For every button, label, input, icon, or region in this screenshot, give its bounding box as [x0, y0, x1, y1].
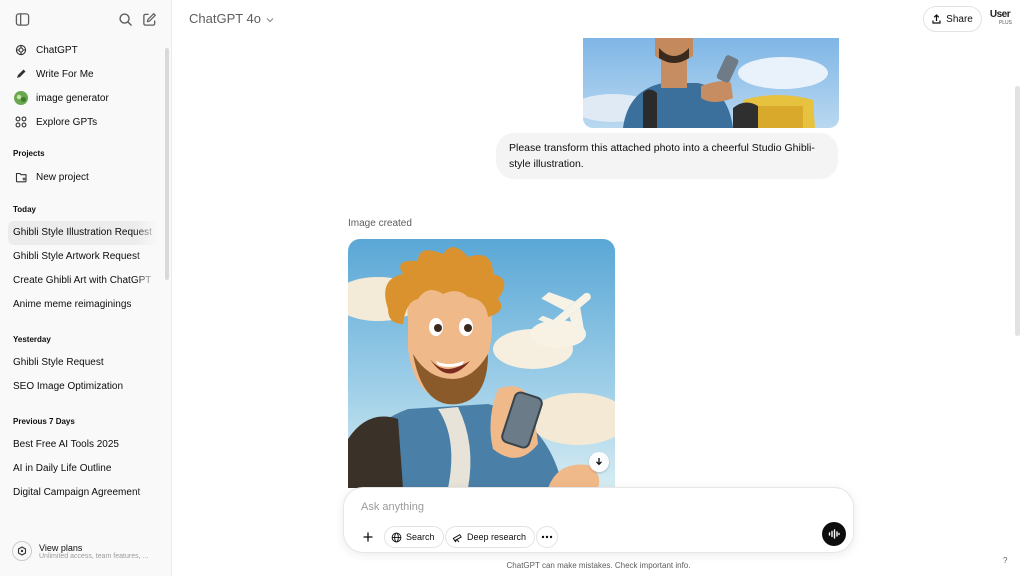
section-heading-yesterday: Yesterday: [13, 335, 51, 344]
voice-waveform-icon: [828, 529, 840, 539]
chat-history-item[interactable]: Best Free AI Tools 2025: [8, 433, 158, 457]
grid-icon: [14, 115, 28, 129]
user-plan-badge: PLUS: [998, 20, 1012, 26]
help-button[interactable]: ?: [1003, 556, 1007, 565]
sidebar-scrollbar[interactable]: [165, 48, 169, 280]
section-heading-previous-7-days: Previous 7 Days: [13, 417, 75, 426]
sidebar-item-label: ChatGPT: [36, 44, 78, 56]
sidebar-item-label: Write For Me: [36, 68, 94, 80]
disclaimer-text: ChatGPT can make mistakes. Check importa…: [506, 561, 691, 570]
chat-history-item[interactable]: AI in Daily Life Outline: [8, 457, 158, 481]
upload-icon: [932, 14, 941, 24]
sidebar-item-explore-gpts[interactable]: Explore GPTs: [8, 110, 158, 134]
pencil-icon: [14, 67, 28, 81]
model-name: ChatGPT 4o: [189, 11, 262, 26]
more-tools-button[interactable]: [536, 526, 558, 548]
chat-history-item[interactable]: Create Ghibli Art with ChatGPT: [8, 269, 158, 293]
new-chat-icon[interactable]: [139, 9, 159, 29]
chat-history-item[interactable]: Ghibli Style Request: [8, 351, 158, 375]
user-message-bubble: Please transform this attached photo int…: [496, 133, 838, 179]
search-icon[interactable]: [115, 9, 135, 29]
user-avatar[interactable]: User PLUS: [988, 9, 1012, 31]
search-button-label: Search: [406, 532, 435, 542]
section-heading-projects: Projects: [13, 149, 45, 158]
sidebar-toggle-icon[interactable]: [12, 9, 32, 29]
sidebar-item-new-project[interactable]: New project: [8, 165, 158, 189]
sidebar-item-label: New project: [36, 171, 89, 183]
ellipsis-icon: [541, 535, 553, 539]
sidebar: ChatGPT Write For Me image generator Exp…: [0, 0, 172, 576]
view-plans-button[interactable]: View plans Unlimited access, team featur…: [8, 534, 164, 568]
section-heading-today: Today: [13, 205, 36, 214]
sidebar-item-label: Explore GPTs: [36, 116, 98, 128]
gpt-avatar-icon: [14, 91, 28, 105]
deep-research-label: Deep research: [467, 532, 527, 542]
openai-logo-icon: [14, 43, 28, 57]
attach-button[interactable]: [357, 526, 379, 548]
share-button[interactable]: Share: [923, 6, 982, 32]
sidebar-toolbar: [8, 8, 163, 30]
attached-photo[interactable]: [583, 38, 839, 128]
folder-plus-icon: [14, 170, 28, 184]
view-plans-label: View plans: [39, 542, 83, 553]
chevron-down-icon: [266, 11, 274, 26]
deep-research-button[interactable]: Deep research: [445, 526, 536, 548]
chat-history-item[interactable]: SEO Image Optimization: [8, 375, 158, 399]
sidebar-item-write-for-me[interactable]: Write For Me: [8, 62, 158, 86]
plus-icon: [363, 532, 373, 542]
sidebar-nav: ChatGPT Write For Me image generator Exp…: [8, 38, 158, 505]
chat-history-item[interactable]: Digital Campaign Agreement: [8, 481, 158, 505]
generated-image[interactable]: [348, 239, 615, 488]
sidebar-item-label: image generator: [36, 92, 109, 104]
header-bar: [173, 0, 1024, 38]
upgrade-icon: [12, 541, 32, 561]
download-button[interactable]: [589, 452, 609, 472]
sidebar-item-image-generator[interactable]: image generator: [8, 86, 158, 110]
search-button[interactable]: Search: [384, 526, 444, 548]
download-icon: [596, 458, 602, 466]
chat-history-item[interactable]: Ghibli Style Artwork Request: [8, 245, 158, 269]
sidebar-item-chatgpt[interactable]: ChatGPT: [8, 38, 158, 62]
user-badge-text: User: [989, 9, 1011, 20]
chat-history-item[interactable]: Ghibli Style Illustration Request: [8, 221, 158, 245]
telescope-icon: [452, 532, 463, 543]
chat-history-item[interactable]: Anime meme reimaginings: [8, 293, 158, 317]
model-selector[interactable]: ChatGPT 4o: [189, 11, 274, 26]
image-created-label: Image created: [348, 218, 412, 229]
globe-icon: [391, 532, 402, 543]
share-label: Share: [946, 13, 973, 25]
prompt-input[interactable]: [361, 499, 801, 515]
message-composer: Search Deep research: [343, 487, 854, 553]
view-plans-subtitle: Unlimited access, team features, ...: [39, 552, 149, 560]
voice-mode-button[interactable]: [822, 522, 846, 546]
main-scrollbar[interactable]: [1015, 86, 1020, 336]
